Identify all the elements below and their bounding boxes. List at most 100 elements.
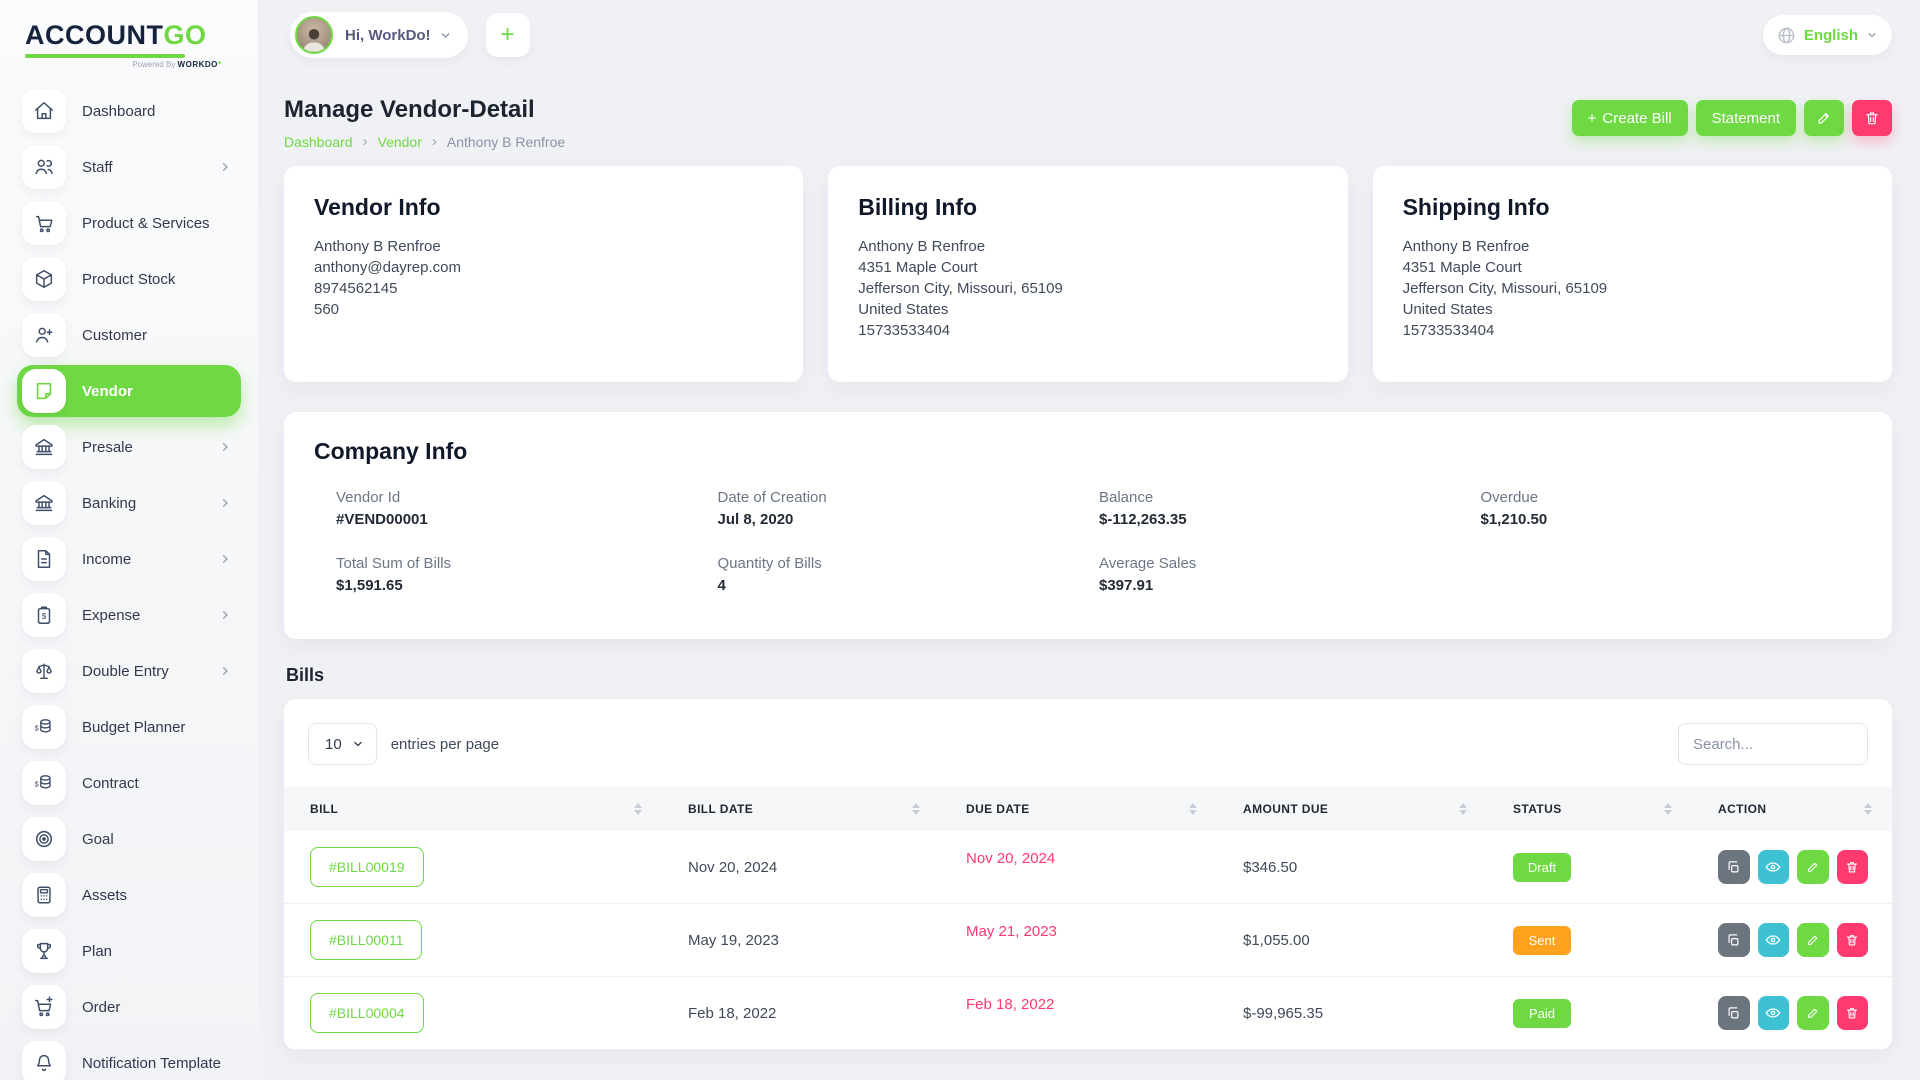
sidebar-item-customer[interactable]: Customer [17,309,241,361]
bills-table: Bill Bill Date Due Date Amount Due Statu… [284,787,1892,1050]
breadcrumb-vendor[interactable]: Vendor [378,134,422,150]
sidebar-item-notification-template[interactable]: Notification Template [17,1037,241,1080]
due-date: Nov 20, 2024 [966,849,1056,867]
user-menu[interactable]: Hi, WorkDo! [290,12,468,58]
create-bill-button[interactable]: + Create Bill [1571,100,1688,136]
pencil-icon [1807,1008,1818,1018]
calculator-icon [22,873,66,917]
sidebar-item-assets[interactable]: Assets [17,869,241,921]
sidebar-nav: Dashboard Staff Product & Services Produ… [17,85,241,1080]
chevron-down-icon [441,32,449,38]
delete-button[interactable] [1836,850,1868,884]
bill-number-link[interactable]: #BILL00004 [310,993,424,1033]
sidebar-item-product-stock[interactable]: Product Stock [17,253,241,305]
sidebar-item-goal[interactable]: Goal [17,813,241,865]
sidebar-item-budget-planner[interactable]: $ Budget Planner [17,701,241,753]
shipping-info-title: Shipping Info [1402,194,1550,220]
sidebar-item-expense[interactable]: $ Expense [17,589,241,641]
amount-due: $-99,965.35 [1217,976,1487,1050]
users-icon [22,145,66,189]
cart-icon [22,201,66,245]
sort-icon [634,803,642,815]
delete-vendor-button[interactable] [1852,100,1892,136]
view-button[interactable] [1757,996,1789,1030]
sidebar-item-product-services[interactable]: Product & Services [17,197,241,249]
svg-text:$: $ [35,780,39,789]
sidebar-item-staff[interactable]: Staff [17,141,241,193]
chevron-down-icon [1868,32,1876,38]
billing-country: United States [858,301,949,318]
sidebar-item-income[interactable]: Income [17,533,241,585]
logo-underline [25,54,185,58]
table-row: #BILL00004 Feb 18, 2022 Feb 18, 2022 $-9… [284,976,1892,1050]
duplicate-button[interactable] [1718,996,1750,1030]
coins-dollar-icon: $ [22,761,66,805]
sidebar-item-banking[interactable]: Banking [17,477,241,529]
pencil-icon [1818,113,1829,124]
vendor-phone: 8974562145 [314,280,398,297]
column-header-status[interactable]: Status [1487,787,1692,831]
edit-button[interactable] [1797,996,1829,1030]
add-workspace-button[interactable]: + [485,13,530,57]
chevron-right-icon [222,498,228,508]
column-header-bill-date[interactable]: Bill Date [662,787,940,831]
column-header-amount-due[interactable]: Amount Due [1217,787,1487,831]
field-average-sales: Average Sales $397.91 [1099,555,1197,594]
field-balance: Balance $-112,263.35 [1099,489,1187,528]
sidebar-item-dashboard[interactable]: Dashboard [17,85,241,137]
edit-button[interactable] [1797,923,1829,957]
trash-icon [1847,1008,1858,1019]
bank-icon [22,425,66,469]
language-selector[interactable]: English [1762,15,1892,55]
billing-phone: 15733533404 [858,322,951,339]
page-title: Manage Vendor-Detail [284,96,535,123]
sidebar-item-vendor[interactable]: Vendor [17,365,241,417]
table-row: #BILL00011 May 19, 2023 May 21, 2023 $1,… [284,903,1892,977]
copy-icon [1728,933,1739,945]
duplicate-button[interactable] [1718,850,1750,884]
trash-icon [1866,112,1878,125]
company-info-title: Company Info [314,438,468,464]
chevron-right-icon [222,610,228,620]
search-input[interactable] [1678,723,1868,765]
bill-date: May 19, 2023 [662,903,940,977]
vendor-info-title: Vendor Info [314,194,441,220]
sidebar-item-order[interactable]: Order [17,981,241,1033]
logo-powered-by: Powered By WORKDO* [132,60,221,69]
entries-per-page-select[interactable]: 10 [308,723,377,765]
shipping-name: Anthony B Renfroe [1402,238,1530,255]
shipping-info-card: Shipping Info Anthony B Renfroe 4351 Map… [1372,166,1892,382]
edit-button[interactable] [1797,850,1829,884]
sidebar-item-double-entry[interactable]: Double Entry [17,645,241,697]
bills-card: 10 entries per page Bill Bill Date Due D… [284,699,1892,1050]
bill-date: Feb 18, 2022 [662,976,940,1050]
scales-icon [22,649,66,693]
sidebar-item-contract[interactable]: $ Contract [17,757,241,809]
view-button[interactable] [1757,850,1789,884]
statement-button[interactable]: Statement [1695,100,1796,136]
shipping-country: United States [1402,301,1493,318]
bill-number-link[interactable]: #BILL00011 [310,920,423,960]
delete-button[interactable] [1836,996,1868,1030]
user-greeting: Hi, WorkDo! [345,26,431,44]
status-badge: Draft [1513,852,1571,882]
sidebar-item-presale[interactable]: Presale [17,421,241,473]
column-header-bill[interactable]: Bill [284,787,662,831]
column-header-due-date[interactable]: Due Date [940,787,1217,831]
sidebar-item-plan[interactable]: Plan [17,925,241,977]
column-header-action[interactable]: Action [1692,787,1892,831]
view-button[interactable] [1757,923,1789,957]
bill-number-link[interactable]: #BILL00019 [310,847,424,887]
bank-icon [22,481,66,525]
delete-button[interactable] [1836,923,1868,957]
app-logo[interactable]: ACCOUNTGO Powered By WORKDO* [17,14,225,69]
billing-name: Anthony B Renfroe [858,238,986,255]
trophy-icon [22,929,66,973]
eye-icon [1765,1008,1781,1018]
breadcrumb-dashboard[interactable]: Dashboard [284,134,353,150]
edit-vendor-button[interactable] [1804,100,1844,136]
main-content: Manage Vendor-Detail Dashboard › Vendor … [258,70,1920,1050]
trash-icon [1847,935,1858,946]
billing-city: Jefferson City, Missouri, 65109 [858,280,1063,297]
duplicate-button[interactable] [1718,923,1750,957]
